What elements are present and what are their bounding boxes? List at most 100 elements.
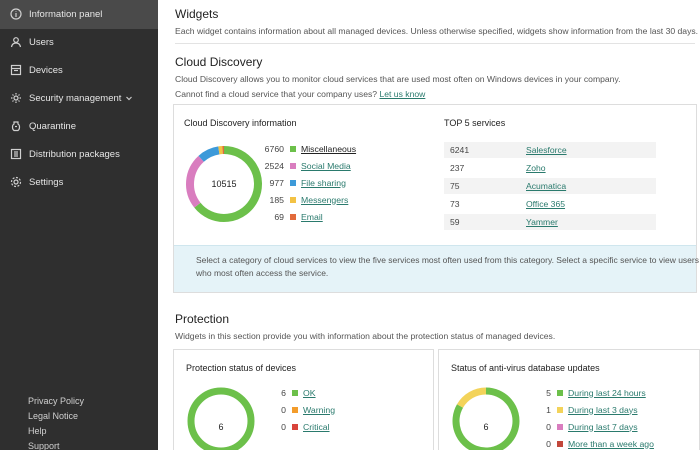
legend-item: 977 File sharing: [254, 175, 346, 190]
status-link-ok[interactable]: OK: [303, 388, 316, 398]
protection-title: Protection: [175, 312, 230, 326]
service-count: 237: [450, 163, 465, 173]
service-count: 6241: [450, 145, 470, 155]
donut-segment[interactable]: [456, 387, 487, 408]
table-row: 6241 Salesforce: [444, 142, 656, 158]
sidebar-item-devices[interactable]: Devices: [0, 56, 158, 85]
sidebar-item-label: Devices: [29, 64, 63, 76]
legend-swatch: [557, 389, 563, 396]
protection-description: Widgets in this section provide you with…: [175, 331, 556, 341]
legend-item: 0 More than a week ago: [521, 436, 654, 450]
hint-line: who most often access the service.: [196, 267, 329, 278]
sidebar-item-label: Distribution packages: [29, 148, 120, 160]
legend-swatch: [290, 162, 296, 169]
legend-swatch: [290, 213, 296, 220]
service-link-salesforce[interactable]: Salesforce: [526, 145, 567, 155]
status-link-critical[interactable]: Critical: [303, 422, 330, 432]
legend-swatch: [290, 196, 296, 203]
legend-value: 0: [281, 421, 286, 432]
sidebar: Information panel Users Devices Security…: [0, 0, 158, 450]
legend-value: 69: [274, 211, 284, 222]
legend-value: 6: [281, 387, 286, 398]
service-count: 73: [450, 199, 460, 209]
service-count: 75: [450, 181, 460, 191]
legend-item: 185 Messengers: [254, 192, 349, 207]
update-link-last-24-hours[interactable]: During last 24 hours: [568, 388, 646, 398]
divider: [175, 43, 695, 44]
service-link-zoho[interactable]: Zoho: [526, 163, 546, 173]
legend-value: 6760: [264, 143, 284, 154]
legend-swatch: [557, 440, 563, 447]
cloud-discovery-description: Cloud Discovery allows you to monitor cl…: [175, 74, 621, 84]
sidebar-footer: Privacy Policy Legal Notice Help Support: [28, 394, 84, 450]
legal-notice-link[interactable]: Legal Notice: [28, 409, 84, 424]
legend-item: 69 Email: [254, 209, 323, 224]
update-link-last-3-days[interactable]: During last 3 days: [568, 405, 638, 415]
legend-value: 977: [269, 177, 285, 188]
category-link-messengers[interactable]: Messengers: [301, 195, 348, 205]
database-updates-title: Status of anti-virus database updates: [451, 363, 600, 373]
protection-status-title: Protection status of devices: [186, 363, 297, 373]
legend-value: 2524: [264, 160, 284, 171]
status-link-warning[interactable]: Warning: [303, 405, 335, 415]
legend-item: 0 Warning: [256, 402, 335, 417]
service-count: 59: [450, 217, 460, 227]
cloud-discovery-card-title: Cloud Discovery information: [184, 118, 297, 128]
sidebar-item-settings[interactable]: Settings: [0, 168, 158, 197]
legend-swatch: [292, 406, 298, 413]
help-link[interactable]: Help: [28, 424, 84, 439]
category-link-miscellaneous[interactable]: Miscellaneous: [301, 144, 356, 154]
widgets-description: Each widget contains information about a…: [175, 26, 699, 36]
table-row: 237 Zoho: [444, 160, 656, 176]
category-link-email[interactable]: Email: [301, 212, 323, 222]
sidebar-item-label: Information panel: [29, 8, 103, 20]
table-row: 59 Yammer: [444, 214, 656, 230]
service-link-acumatica[interactable]: Acumatica: [526, 181, 566, 191]
legend-value: 0: [281, 404, 286, 415]
table-row: 73 Office 365: [444, 196, 656, 212]
service-link-yammer[interactable]: Yammer: [526, 217, 558, 227]
sidebar-item-quarantine[interactable]: Quarantine: [0, 112, 158, 141]
service-link-office-365[interactable]: Office 365: [526, 199, 565, 209]
legend-item: 5 During last 24 hours: [521, 385, 646, 400]
legend-item: 0 Critical: [256, 419, 330, 434]
donut-segment[interactable]: [198, 146, 220, 162]
legend-swatch: [557, 406, 563, 413]
widgets-title: Widgets: [175, 7, 219, 21]
legend-value: 1: [546, 404, 551, 415]
table-row: 75 Acumatica: [444, 178, 656, 194]
database-updates-donut: [452, 387, 520, 450]
privacy-policy-link[interactable]: Privacy Policy: [28, 394, 84, 409]
quarantine-icon: [10, 120, 22, 132]
sidebar-item-security-management[interactable]: Security management: [0, 84, 158, 113]
legend-item: 0 During last 7 days: [521, 419, 638, 434]
category-link-file-sharing[interactable]: File sharing: [301, 178, 346, 188]
category-link-social-media[interactable]: Social Media: [301, 161, 351, 171]
legend-swatch: [290, 179, 296, 186]
protection-status-donut: [187, 387, 255, 450]
user-icon: [10, 36, 22, 48]
database-updates-total: 6: [483, 422, 489, 432]
update-link-more-than-week[interactable]: More than a week ago: [568, 439, 654, 449]
device-icon: [10, 64, 22, 76]
legend-item: 6 OK: [256, 385, 316, 400]
legend-swatch: [290, 145, 296, 152]
sidebar-item-distribution-packages[interactable]: Distribution packages: [0, 140, 158, 169]
donut-segment[interactable]: [187, 387, 255, 450]
legend-value: 185: [269, 194, 285, 205]
legend-value: 5: [546, 387, 551, 398]
top-services-title: TOP 5 services: [444, 118, 506, 128]
legend-item: 1 During last 3 days: [521, 402, 638, 417]
shield-icon: [10, 92, 22, 104]
legend-swatch: [292, 389, 298, 396]
sidebar-item-label: Settings: [29, 176, 64, 188]
support-link[interactable]: Support: [28, 439, 84, 450]
cloud-discovery-hint: Select a category of cloud services to v…: [174, 245, 699, 292]
package-icon: [10, 148, 22, 160]
sidebar-item-users[interactable]: Users: [0, 28, 158, 57]
update-link-last-7-days[interactable]: During last 7 days: [568, 422, 638, 432]
let-us-know-link[interactable]: Let us know: [379, 89, 425, 99]
legend-swatch: [557, 423, 563, 430]
cloud-discovery-card: Cloud Discovery information 10515 6760 M…: [173, 104, 699, 293]
sidebar-item-information-panel[interactable]: Information panel: [0, 0, 158, 29]
